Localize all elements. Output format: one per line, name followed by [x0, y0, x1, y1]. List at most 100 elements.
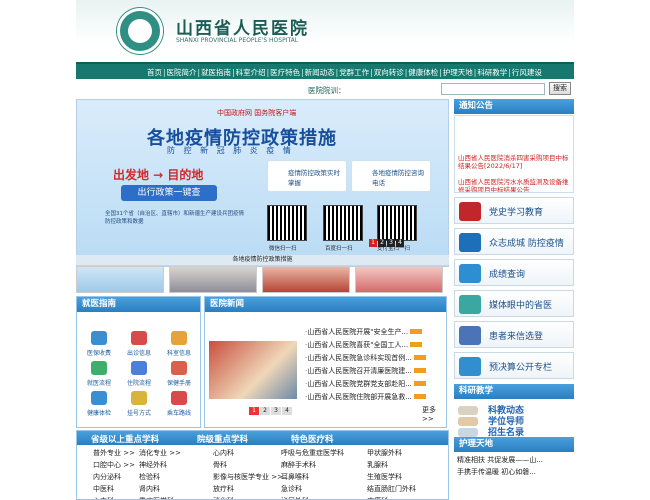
nav-item[interactable]: 护理天地	[442, 68, 474, 77]
thumbnail[interactable]	[169, 266, 257, 293]
specialty-link[interactable]: 乳腺科	[367, 460, 388, 470]
notice-item[interactable]: 山西省人民医院污水水质监测及设备维修采购项目中标结果公告	[458, 178, 570, 192]
banner-page-4[interactable]: 4	[396, 239, 404, 247]
banner-carousel[interactable]: 中国政府网 国务院客户端 各地疫情防控政策措施 防 控 新 冠 肺 炎 疫 情 …	[76, 99, 449, 267]
baidu-qr	[323, 205, 363, 241]
news-item[interactable]: ·山西省人民医院住院部开展急救...	[305, 392, 426, 402]
news-item[interactable]: ·山西省人民医院召开清廉医院建...	[305, 366, 426, 376]
news-page-1[interactable]: 1	[249, 407, 259, 415]
specialty-link[interactable]: 影像与核医学专业 >>	[213, 472, 283, 482]
nav-item[interactable]: 行风建设	[511, 68, 543, 77]
specialty-link[interactable]: 内分泌科	[93, 472, 121, 482]
guide-item-label: 就医流程	[86, 380, 111, 387]
news-item[interactable]: ·山西省人民医院喜获"全国工人...	[305, 340, 423, 350]
side-link[interactable]: 党史学习教育	[454, 197, 574, 224]
specialty-link[interactable]: 生殖医学科	[367, 472, 402, 482]
news-page-4[interactable]: 4	[282, 407, 292, 415]
news-item[interactable]: ·山西省人民医院党群党支部赴阳...	[305, 379, 426, 389]
specialty-link[interactable]: 心内科	[213, 448, 234, 458]
phone-card[interactable]: 各地疫情防控咨询电话	[351, 160, 431, 192]
nursing-item[interactable]: 精准相扶 共促发展——山...	[457, 455, 543, 465]
thumbnail[interactable]	[262, 266, 350, 293]
side-link[interactable]: 预决算公开专栏	[454, 352, 574, 379]
banner-page-1[interactable]: 1	[369, 239, 377, 247]
guide-item[interactable]: 挂号方式	[120, 391, 158, 417]
specialty-link[interactable]: 泌尿外科	[281, 496, 309, 499]
side-link[interactable]: 成绩查询	[454, 259, 574, 286]
side-link-icon	[459, 233, 481, 252]
nav-item[interactable]: 首页	[146, 68, 163, 77]
nav-item[interactable]: 医院简介	[166, 68, 198, 77]
banner-page-3[interactable]: 3	[387, 239, 395, 247]
news-page-3[interactable]: 3	[271, 407, 281, 415]
specialty-link[interactable]: 肾内科	[139, 484, 160, 494]
specialty-link[interactable]: 口腔中心 >>	[93, 460, 135, 470]
policy-card[interactable]: 疫情防控政策实时掌握	[267, 160, 347, 192]
nav-item[interactable]: 党群工作	[338, 68, 370, 77]
guide-item-label: 乘车路线	[166, 410, 191, 417]
nav-item[interactable]: 健康体检	[407, 68, 439, 77]
wechat-qr	[267, 205, 307, 241]
news-item[interactable]: ·山西省人民医院急诊科实现首例...	[305, 353, 426, 363]
news-page-2[interactable]: 2	[260, 407, 270, 415]
specialty-link[interactable]: 骨科	[213, 460, 227, 470]
new-badge-icon	[413, 394, 426, 399]
hospital-logo[interactable]	[117, 8, 163, 54]
news-photo[interactable]	[209, 341, 297, 399]
specialty-link[interactable]: 结直肠肛门外科	[367, 484, 416, 494]
new-badge-icon	[410, 342, 423, 347]
nav-item[interactable]: 就医指南	[200, 68, 232, 77]
thumbnail[interactable]	[355, 266, 443, 293]
specialty-link[interactable]: 检验科	[139, 472, 160, 482]
qr-label: 微信扫一扫	[269, 246, 297, 252]
guide-item[interactable]: 健康体检	[80, 391, 118, 417]
specialty-link[interactable]: 麻醉手术科	[281, 460, 316, 470]
side-link[interactable]: 媒体眼中的省医	[454, 290, 574, 317]
tab-hospital[interactable]: 院级重点学科	[197, 433, 248, 445]
nav-item[interactable]: 新闻动态	[304, 68, 336, 77]
nav-item[interactable]: 科室介绍	[235, 68, 267, 77]
specialty-link[interactable]: 消化专业 >>	[139, 448, 181, 458]
search-input[interactable]	[441, 83, 545, 95]
specialty-link[interactable]: 耳鼻喉科	[281, 472, 309, 482]
side-link[interactable]: 众志成城 防控疫情	[454, 228, 574, 255]
guide-icon	[131, 331, 147, 345]
guide-item[interactable]: 出诊信息	[120, 331, 158, 357]
specialty-link[interactable]: 中医科	[93, 484, 114, 494]
notice-item[interactable]: 山西省人民医院消杀四害采购项目中标结果公告[2022/6/17]	[458, 154, 570, 170]
news-item[interactable]: ·山西省人民医院开展"安全生产...	[305, 327, 423, 337]
banner-page-2[interactable]: 2	[378, 239, 386, 247]
specialty-link[interactable]: 呼吸与危重症医学科	[281, 448, 344, 458]
guide-item[interactable]: 就医流程	[80, 361, 118, 387]
tab-featured[interactable]: 特色医疗科	[291, 433, 334, 445]
nav-item[interactable]: 医疗特色	[269, 68, 301, 77]
specialty-link[interactable]: 放疗科	[213, 484, 234, 494]
policy-query-button[interactable]: 出行政策一键查	[121, 185, 217, 201]
motto-label: 医院院训：	[308, 86, 346, 95]
tab-provincial[interactable]: 省级以上重点学科	[91, 433, 159, 445]
guide-item[interactable]: 保健手册	[160, 361, 198, 387]
specialty-link[interactable]: 甲状腺外科	[367, 448, 402, 458]
specialty-link[interactable]: 重症医学科	[139, 496, 174, 499]
news-more-link[interactable]: 更多>>	[422, 405, 446, 423]
guide-item[interactable]: 科室信息	[160, 331, 198, 357]
specialty-link[interactable]: 神经外科	[139, 460, 167, 470]
specialty-link[interactable]: 普外专业 >>	[93, 448, 135, 458]
specialty-link[interactable]: 疼痛科	[367, 496, 388, 499]
guide-item[interactable]: 医保收费	[80, 331, 118, 357]
guide-item[interactable]: 乘车路线	[160, 391, 198, 417]
specialty-link[interactable]: 心内科	[93, 496, 114, 499]
nursing-item[interactable]: 手携手传温暖 初心如磐...	[457, 467, 536, 477]
side-link[interactable]: 患者来信选登	[454, 321, 574, 348]
guide-icon	[91, 391, 107, 405]
side-link-icon	[459, 295, 481, 314]
nav-item[interactable]: 科研教学	[476, 68, 508, 77]
banner-coverage-text: 全国31个省（自治区、直辖市）和新疆生产建设兵团疫情防控政策和数据	[105, 211, 245, 225]
specialty-link[interactable]: 消化科	[213, 496, 234, 499]
guide-item[interactable]: 住院流程	[120, 361, 158, 387]
side-link-icon	[459, 264, 481, 283]
specialty-link[interactable]: 急诊科	[281, 484, 302, 494]
thumbnail[interactable]	[76, 266, 164, 293]
nav-item[interactable]: 双向转诊	[373, 68, 405, 77]
search-button[interactable]: 搜索	[549, 82, 571, 95]
